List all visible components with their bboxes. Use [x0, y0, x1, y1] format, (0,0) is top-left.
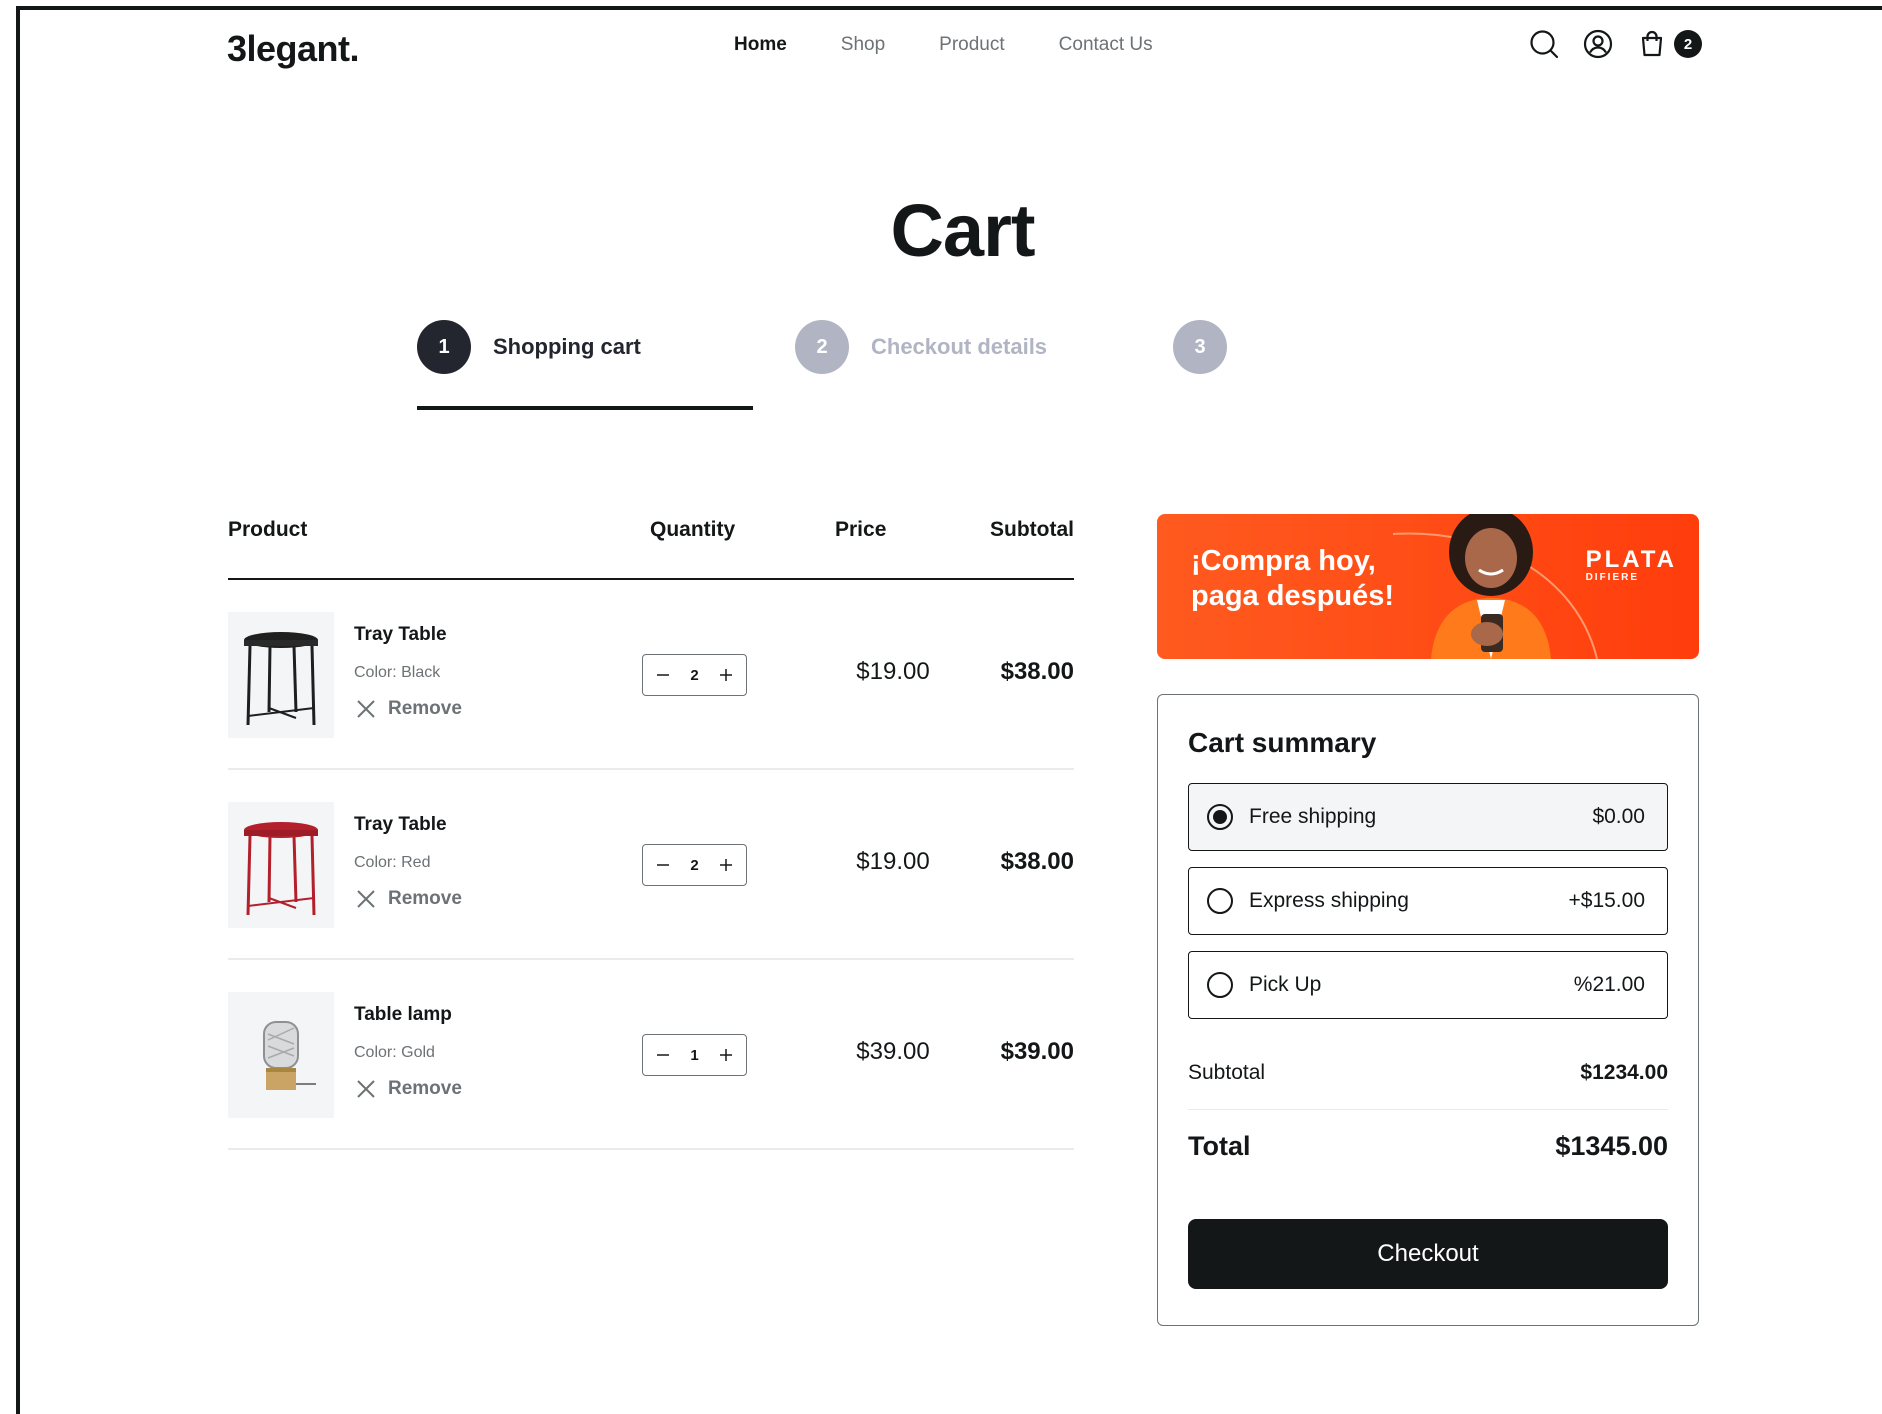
step-number: 1 [417, 320, 471, 374]
shipping-option-express[interactable]: Express shipping +$15.00 [1188, 867, 1668, 935]
main-nav: Home Shop Product Contact Us [734, 34, 1153, 56]
header-price: Price [835, 518, 887, 541]
nav-contact-us[interactable]: Contact Us [1059, 34, 1153, 56]
row-subtotal: $38.00 [1000, 658, 1074, 685]
subtotal-line: Subtotal $1234.00 [1188, 1061, 1668, 1110]
product-price: $19.00 [856, 658, 930, 685]
cart-button[interactable]: 2 [1636, 28, 1702, 60]
total-value: $1345.00 [1555, 1131, 1668, 1161]
remove-button[interactable]: Remove [356, 888, 462, 910]
brand-name: PLATA [1585, 546, 1677, 573]
product-color: Color: Red [354, 854, 431, 871]
total-line: Total $1345.00 [1188, 1131, 1668, 1162]
header-actions: 2 [1528, 28, 1702, 60]
subtotal-label: Subtotal [1188, 1061, 1266, 1084]
product-name[interactable]: Tray Table [354, 814, 447, 836]
cart-summary: Cart summary Free shipping $0.00 Express… [1157, 694, 1699, 1326]
increase-quantity-button[interactable] [716, 665, 736, 685]
radio-button-unchecked[interactable] [1207, 888, 1233, 914]
checkout-button[interactable]: Checkout [1188, 1219, 1668, 1289]
remove-label: Remove [388, 698, 462, 719]
step-number: 2 [795, 320, 849, 374]
shipping-option-pickup[interactable]: Pick Up %21.00 [1188, 951, 1668, 1019]
product-image-table-lamp[interactable] [228, 992, 334, 1118]
total-label: Total [1188, 1131, 1251, 1161]
product-name[interactable]: Tray Table [354, 624, 447, 646]
radio-button-unchecked[interactable] [1207, 972, 1233, 998]
nav-home[interactable]: Home [734, 34, 787, 56]
cart-count-badge: 2 [1674, 30, 1702, 58]
cart-summary-title: Cart summary [1188, 727, 1377, 758]
promo-banner[interactable]: ¡Compra hoy, paga después! PLATA DIFIERE [1157, 514, 1699, 659]
close-icon [357, 1080, 375, 1098]
step-order-complete[interactable]: 3 [1173, 320, 1227, 374]
brand-logo[interactable]: 3legant. [227, 28, 360, 70]
banner-brand-logo: PLATA DIFIERE [1586, 546, 1677, 583]
product-price: $19.00 [856, 848, 930, 875]
quantity-stepper: 2 [642, 654, 747, 696]
step-label: Shopping cart [493, 334, 641, 359]
step-checkout-details[interactable]: 2 Checkout details [795, 320, 1047, 374]
search-icon[interactable] [1528, 28, 1560, 60]
quantity-value[interactable]: 2 [690, 857, 698, 874]
step-label: Checkout details [871, 334, 1048, 359]
increase-quantity-button[interactable] [716, 1045, 736, 1065]
table-row: Tray Table Color: Red Remove 2 $19.00 $3… [228, 770, 1074, 960]
close-icon [357, 700, 375, 718]
shopping-bag-icon [1636, 28, 1668, 60]
shipping-option-name: Pick Up [1249, 973, 1322, 996]
row-subtotal: $38.00 [1000, 848, 1074, 875]
header-product: Product [228, 518, 308, 541]
minus-icon [657, 674, 669, 676]
remove-label: Remove [388, 888, 462, 909]
remove-label: Remove [388, 1078, 462, 1099]
product-image-tray-table-red[interactable] [228, 802, 334, 928]
close-icon [357, 890, 375, 908]
user-icon[interactable] [1582, 28, 1614, 60]
product-image-tray-table-black[interactable] [228, 612, 334, 738]
table-row: Tray Table Color: Black Remove 2 $19.00 … [228, 580, 1074, 770]
nav-product[interactable]: Product [939, 34, 1004, 56]
radio-button-checked[interactable] [1207, 804, 1233, 830]
product-color: Color: Black [354, 664, 441, 681]
product-price: $39.00 [856, 1038, 930, 1065]
remove-button[interactable]: Remove [356, 698, 462, 720]
header-quantity: Quantity [650, 518, 736, 541]
row-subtotal: $39.00 [1000, 1038, 1074, 1065]
quantity-stepper: 1 [642, 1034, 747, 1076]
decrease-quantity-button[interactable] [653, 855, 673, 875]
shipping-option-price: %21.00 [1573, 973, 1645, 996]
increase-quantity-button[interactable] [716, 855, 736, 875]
plus-icon [720, 859, 732, 871]
shipping-option-free[interactable]: Free shipping $0.00 [1188, 783, 1668, 851]
table-row: Table lamp Color: Gold Remove 1 $39.00 $… [228, 960, 1074, 1150]
quantity-value[interactable]: 2 [690, 667, 698, 684]
product-color: Color: Gold [354, 1044, 435, 1061]
header-subtotal: Subtotal [990, 518, 1074, 541]
plus-icon [720, 1049, 732, 1061]
nav-shop[interactable]: Shop [841, 34, 885, 56]
quantity-stepper: 2 [642, 844, 747, 886]
page-title: Cart [890, 189, 1035, 272]
shipping-option-name: Free shipping [1249, 805, 1377, 828]
banner-headline: ¡Compra hoy, paga después! [1191, 545, 1395, 612]
plus-icon [720, 669, 732, 681]
remove-button[interactable]: Remove [356, 1078, 462, 1100]
product-name[interactable]: Table lamp [354, 1004, 452, 1026]
minus-icon [657, 1054, 669, 1056]
active-step-underline [417, 406, 753, 410]
shipping-option-price: +$15.00 [1568, 889, 1646, 912]
shipping-option-price: $0.00 [1592, 805, 1645, 828]
quantity-value[interactable]: 1 [690, 1047, 698, 1064]
decrease-quantity-button[interactable] [653, 1045, 673, 1065]
step-number: 3 [1173, 320, 1227, 374]
banner-person-illustration [1431, 514, 1551, 659]
subtotal-value: $1234.00 [1580, 1061, 1668, 1084]
shipping-option-name: Express shipping [1249, 889, 1409, 912]
step-shopping-cart[interactable]: 1 Shopping cart [417, 320, 641, 374]
decrease-quantity-button[interactable] [653, 665, 673, 685]
minus-icon [657, 864, 669, 866]
cart-table-header: Product Quantity Price Subtotal [228, 518, 1074, 580]
